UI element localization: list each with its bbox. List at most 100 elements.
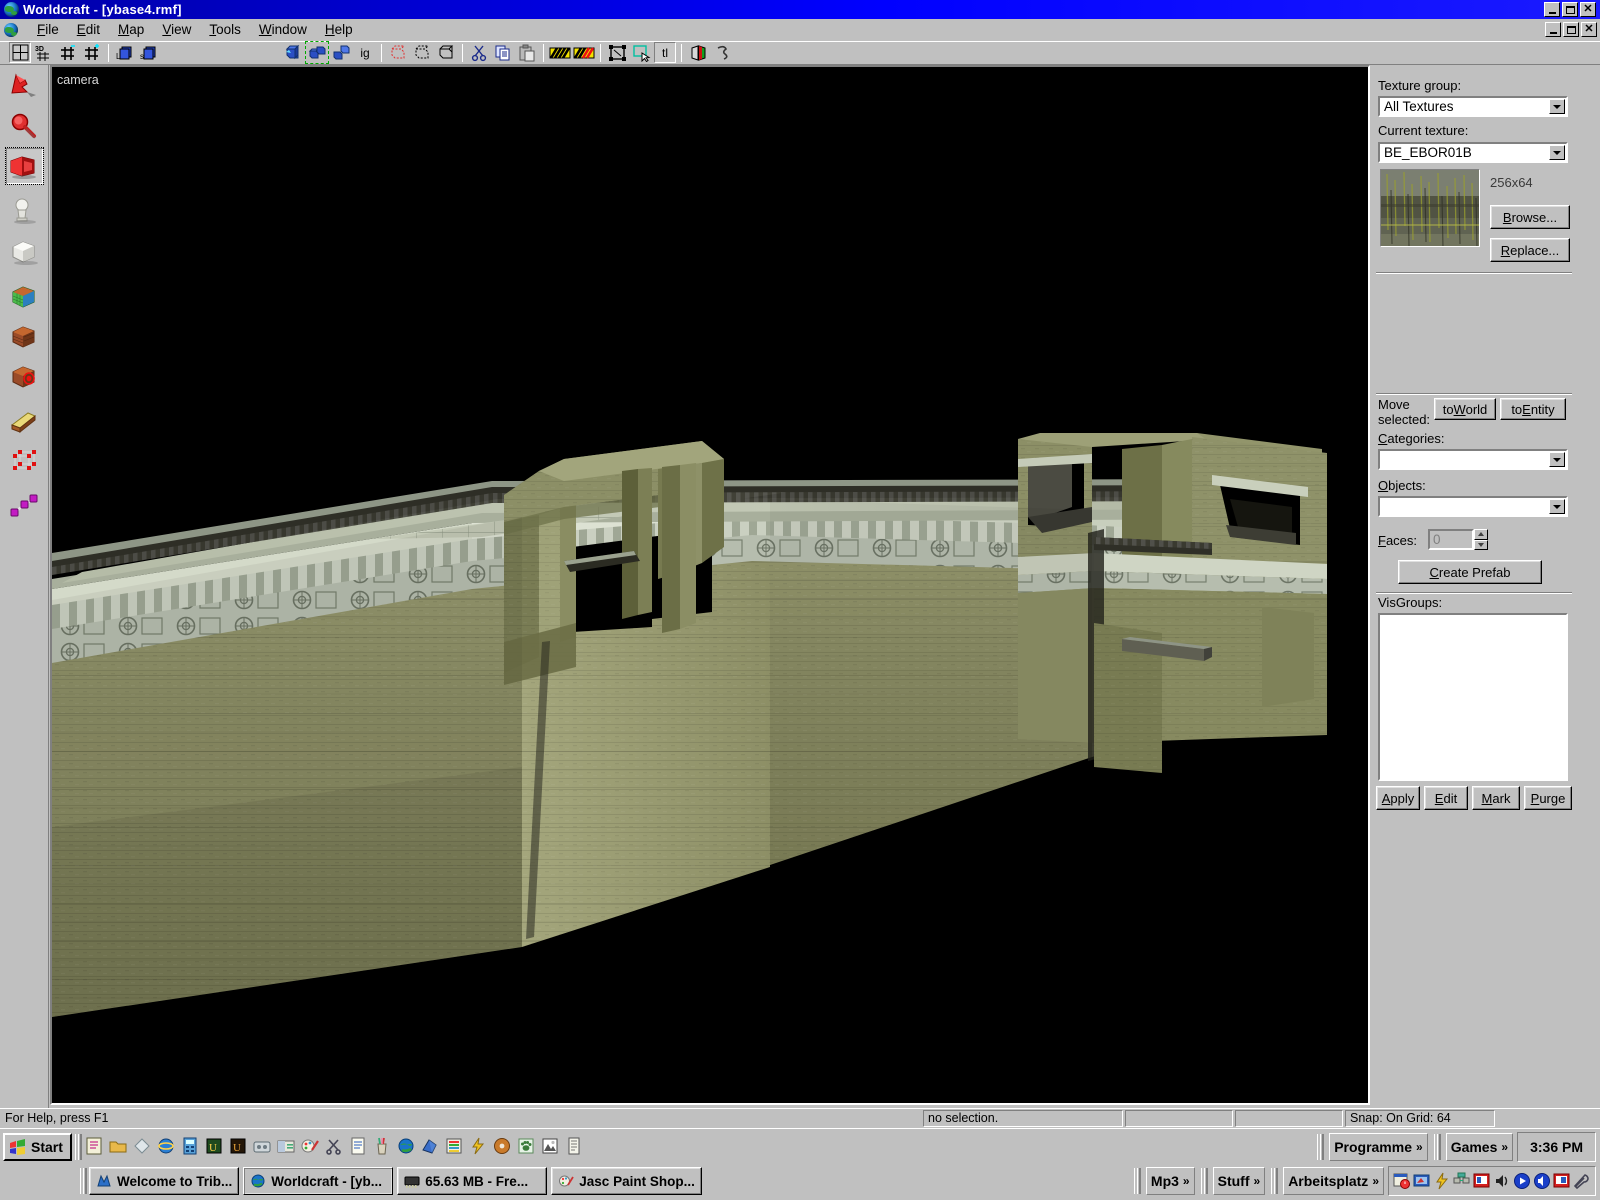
lightning-icon[interactable] (468, 1136, 490, 1158)
red-monitor2-icon[interactable] (1553, 1172, 1571, 1190)
copy-icon[interactable] (492, 42, 514, 63)
chevron-down-icon[interactable] (1549, 452, 1565, 467)
objects-combo[interactable] (1378, 496, 1568, 517)
toolband-games[interactable]: Games » (1445, 1133, 1514, 1161)
toolband-grip-5[interactable] (1271, 1168, 1278, 1194)
network-icon[interactable] (1453, 1172, 1471, 1190)
wrench-icon[interactable] (1573, 1172, 1591, 1190)
hollow-icon[interactable] (411, 42, 433, 63)
task-memory-meter[interactable]: 65.63 MB - Fre... (397, 1167, 548, 1195)
menu-help[interactable]: Help (316, 20, 362, 39)
calculator-icon[interactable] (180, 1136, 202, 1158)
toolband-grip-1[interactable] (1317, 1134, 1324, 1160)
play-blue-icon[interactable] (1513, 1172, 1531, 1190)
camera-viewport[interactable]: camera (52, 67, 1368, 1103)
ignore-group-icon[interactable] (330, 42, 352, 63)
entity-tool[interactable] (4, 192, 44, 230)
display-icon[interactable] (1413, 1172, 1431, 1190)
internet-explorer-icon[interactable] (156, 1136, 178, 1158)
tasks-grip[interactable] (80, 1168, 86, 1194)
paintshop-icon[interactable] (300, 1136, 322, 1158)
cut-icon[interactable] (468, 42, 490, 63)
mdi-minimize-button[interactable] (1545, 22, 1561, 37)
current-texture-combo[interactable]: BE_EBOR01B (1378, 142, 1568, 163)
explorer-icon[interactable] (276, 1136, 298, 1158)
make-hollow-icon[interactable] (435, 42, 457, 63)
toolband-programme[interactable]: Programme » (1329, 1133, 1428, 1161)
notes-icon[interactable] (348, 1136, 370, 1158)
faces-value[interactable]: 0 (1428, 529, 1474, 550)
categories-combo[interactable] (1378, 449, 1568, 470)
load-prefab-icon[interactable]: L (114, 42, 136, 63)
replace-button[interactable]: Replace... (1490, 238, 1570, 262)
task-worldcraft[interactable]: Worldcraft - [yb... (243, 1167, 394, 1195)
task-welcome-to-tribes[interactable]: Welcome to Trib... (89, 1167, 240, 1195)
document-icon[interactable] (564, 1136, 586, 1158)
notepad-icon[interactable] (84, 1136, 106, 1158)
worldcraft-globe-icon[interactable] (396, 1136, 418, 1158)
magnify-tool[interactable] (4, 107, 44, 145)
chevron-down-icon[interactable] (1549, 99, 1565, 114)
toggle-texture-icon[interactable] (549, 42, 571, 63)
menu-tools[interactable]: Tools (200, 20, 250, 39)
faces-spinner[interactable] (1474, 529, 1488, 550)
mdi-child-icon[interactable] (4, 22, 22, 37)
volume-icon[interactable] (1493, 1172, 1511, 1190)
chevron-down-icon[interactable] (1549, 145, 1565, 160)
task-jasc-paint-shop[interactable]: Jasc Paint Shop... (551, 1167, 702, 1195)
ultraedit-dark-icon[interactable]: U (228, 1136, 250, 1158)
pencil-cup-icon[interactable] (372, 1136, 394, 1158)
group-icon[interactable] (282, 42, 304, 63)
faces-spinner-down[interactable] (1474, 539, 1488, 550)
taskbar-clock[interactable]: 3:36 PM (1522, 1139, 1591, 1155)
mdi-restore-button[interactable] (1563, 22, 1579, 37)
camera-viewport-frame[interactable]: camera (50, 65, 1370, 1105)
vertex-manipulation-tool[interactable] (4, 442, 44, 480)
paw-icon[interactable] (516, 1136, 538, 1158)
chevron-right-icon[interactable]: » (1372, 1174, 1379, 1188)
chevron-right-icon[interactable]: » (1183, 1174, 1190, 1188)
menu-edit[interactable]: Edit (68, 20, 109, 39)
3d-view-icon[interactable]: 3D (33, 42, 55, 63)
window-minimize-button[interactable] (1544, 2, 1560, 17)
grid-large-icon[interactable] (81, 42, 103, 63)
texture-preview[interactable] (1380, 169, 1480, 247)
start-button[interactable]: Start (3, 1133, 72, 1161)
chevron-right-icon[interactable]: » (1501, 1140, 1508, 1154)
media-icon[interactable] (252, 1136, 274, 1158)
scheduler-icon[interactable] (1393, 1172, 1411, 1190)
paste-icon[interactable] (516, 42, 538, 63)
toolband-grip-2[interactable] (1433, 1134, 1440, 1160)
texture-group-combo[interactable]: All Textures (1378, 96, 1568, 117)
visgroups-edit-button[interactable]: Edit (1424, 786, 1468, 810)
toolband-mp3[interactable]: Mp3 » (1145, 1167, 1195, 1195)
block-tool[interactable] (4, 232, 44, 270)
cd-icon[interactable] (492, 1136, 514, 1158)
menu-window[interactable]: Window (250, 20, 316, 39)
diamond-icon[interactable] (132, 1136, 154, 1158)
texture-lock-icon[interactable] (573, 42, 595, 63)
visgroups-list[interactable] (1378, 613, 1568, 781)
apply-decals-tool[interactable] (4, 317, 44, 355)
visgroups-apply-button[interactable]: Apply (1376, 786, 1420, 810)
lightning-icon[interactable] (1433, 1172, 1451, 1190)
ig-label[interactable]: ig (354, 42, 376, 63)
ultraedit-icon[interactable]: U (204, 1136, 226, 1158)
sound-blue-icon[interactable] (1533, 1172, 1551, 1190)
toolband-stuff[interactable]: Stuff » (1212, 1167, 1266, 1195)
list-icon[interactable] (444, 1136, 466, 1158)
window-maximize-button[interactable] (1562, 2, 1578, 17)
menu-map[interactable]: Map (109, 20, 153, 39)
photo-icon[interactable] (540, 1136, 562, 1158)
folder-open-icon[interactable] (108, 1136, 130, 1158)
scissors-icon[interactable] (324, 1136, 346, 1158)
grid-4view-icon[interactable] (9, 42, 31, 63)
visgroups-mark-button[interactable]: Mark (1472, 786, 1520, 810)
to-world-button[interactable]: toWorld (1434, 398, 1496, 420)
flip-icon[interactable] (687, 42, 709, 63)
entity-report-icon[interactable] (711, 42, 733, 63)
selection-tool[interactable] (4, 67, 44, 105)
window-close-button[interactable]: ✕ (1580, 2, 1596, 17)
texture-tool-icon[interactable]: tl (654, 42, 676, 63)
toolband-arbeitsplatz[interactable]: Arbeitsplatz » (1283, 1167, 1384, 1195)
